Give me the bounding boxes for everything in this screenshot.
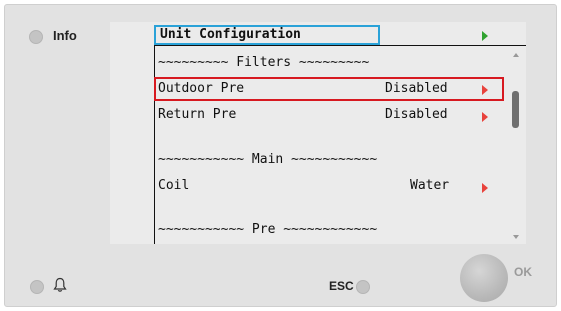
section-pre: ~~~~~~~~~~~ Pre ~~~~~~~~~~~~ [158,222,378,237]
bell-icon[interactable] [53,277,67,293]
row-coil-label[interactable]: Coil [158,176,189,196]
screen-title: Unit Configuration [160,27,301,42]
info-label: Info [53,28,77,43]
alarm-led [30,280,44,294]
play-arrow-icon[interactable] [482,85,488,95]
esc-button[interactable] [356,280,370,294]
info-led [29,30,43,44]
section-filters: ~~~~~~~~~ Filters ~~~~~~~~~ [158,55,370,70]
scrollbar-thumb[interactable] [512,91,519,128]
lcd-screen: Unit Configuration ~~~~~~~~~ Filters ~~~… [110,22,526,244]
scroll-down-arrow[interactable] [513,235,519,239]
header-divider [154,45,526,46]
play-arrow-icon[interactable] [482,112,488,122]
ok-knob[interactable] [460,254,508,302]
scroll-up-arrow[interactable] [513,53,519,57]
play-arrow-icon[interactable] [482,183,488,193]
row-return-pre-value[interactable]: Disabled [385,105,448,125]
section-main: ~~~~~~~~~~~ Main ~~~~~~~~~~~ [158,152,378,167]
row-return-pre-label[interactable]: Return Pre [158,105,236,125]
row-coil-value[interactable]: Water [410,176,449,196]
left-divider [154,45,155,244]
esc-label: ESC [329,279,354,293]
row-outdoor-pre-value[interactable]: Disabled [385,79,448,99]
row-outdoor-pre-label[interactable]: Outdoor Pre [158,79,244,99]
ok-label: OK [514,265,532,279]
play-arrow-icon[interactable] [482,31,488,41]
